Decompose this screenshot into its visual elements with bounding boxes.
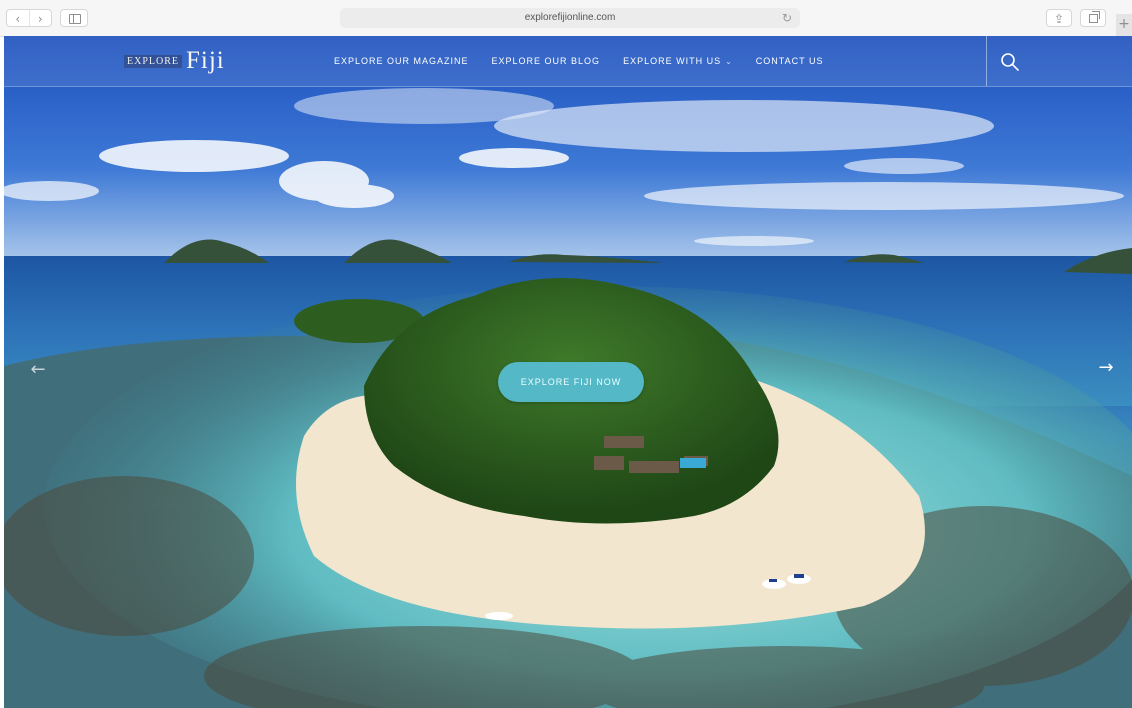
nav-link-explore-with-us[interactable]: EXPLORE WITH US ⌄ <box>623 56 733 66</box>
main-nav: EXPLORE OUR MAGAZINE EXPLORE OUR BLOG EX… <box>334 36 823 86</box>
tabs-icon <box>1089 11 1100 23</box>
site-logo[interactable]: EXPLORE Fiji <box>124 44 225 78</box>
logo-main-text: Fiji <box>186 47 225 74</box>
sidebar-icon <box>69 14 81 24</box>
arrow-right-icon[interactable]: → <box>1096 358 1116 378</box>
back-button[interactable]: ‹ <box>7 10 30 26</box>
search-icon <box>1001 53 1019 71</box>
chevron-down-icon: ⌄ <box>725 57 733 66</box>
share-button[interactable]: ⇪ <box>1046 9 1072 27</box>
search-button[interactable] <box>999 51 1021 73</box>
site-header: EXPLORE Fiji EXPLORE OUR MAGAZINE EXPLOR… <box>4 36 1132 87</box>
url-text: explorefijionline.com <box>524 12 616 23</box>
tab-overview-button[interactable] <box>1080 9 1106 27</box>
nav-link-blog[interactable]: EXPLORE OUR BLOG <box>492 56 601 66</box>
reload-icon[interactable]: ↻ <box>782 8 792 28</box>
nav-link-label: EXPLORE OUR BLOG <box>491 56 601 66</box>
nav-link-label: EXPLORE OUR MAGAZINE <box>334 56 469 66</box>
browser-toolbar: ‹ › explorefijionline.com ↻ ⇪ + <box>0 0 1132 37</box>
nav-link-label: EXPLORE WITH US <box>623 56 722 66</box>
header-divider <box>986 36 987 86</box>
forward-button[interactable]: › <box>30 10 52 26</box>
share-icon: ⇪ <box>1053 12 1065 26</box>
nav-link-label: CONTACT US <box>755 56 824 66</box>
nav-link-contact[interactable]: CONTACT US <box>756 56 824 66</box>
address-bar[interactable]: explorefijionline.com ↻ <box>340 8 800 28</box>
arrow-left-icon[interactable]: ← <box>28 360 48 380</box>
nav-link-magazine[interactable]: EXPLORE OUR MAGAZINE <box>334 56 469 66</box>
explore-fiji-now-button[interactable]: EXPLORE FIJI NOW <box>498 362 644 402</box>
new-tab-button[interactable]: + <box>1116 14 1132 36</box>
sidebar-toggle-button[interactable] <box>60 9 88 27</box>
history-nav-group: ‹ › <box>6 9 52 27</box>
logo-small-text: EXPLORE <box>124 54 182 68</box>
